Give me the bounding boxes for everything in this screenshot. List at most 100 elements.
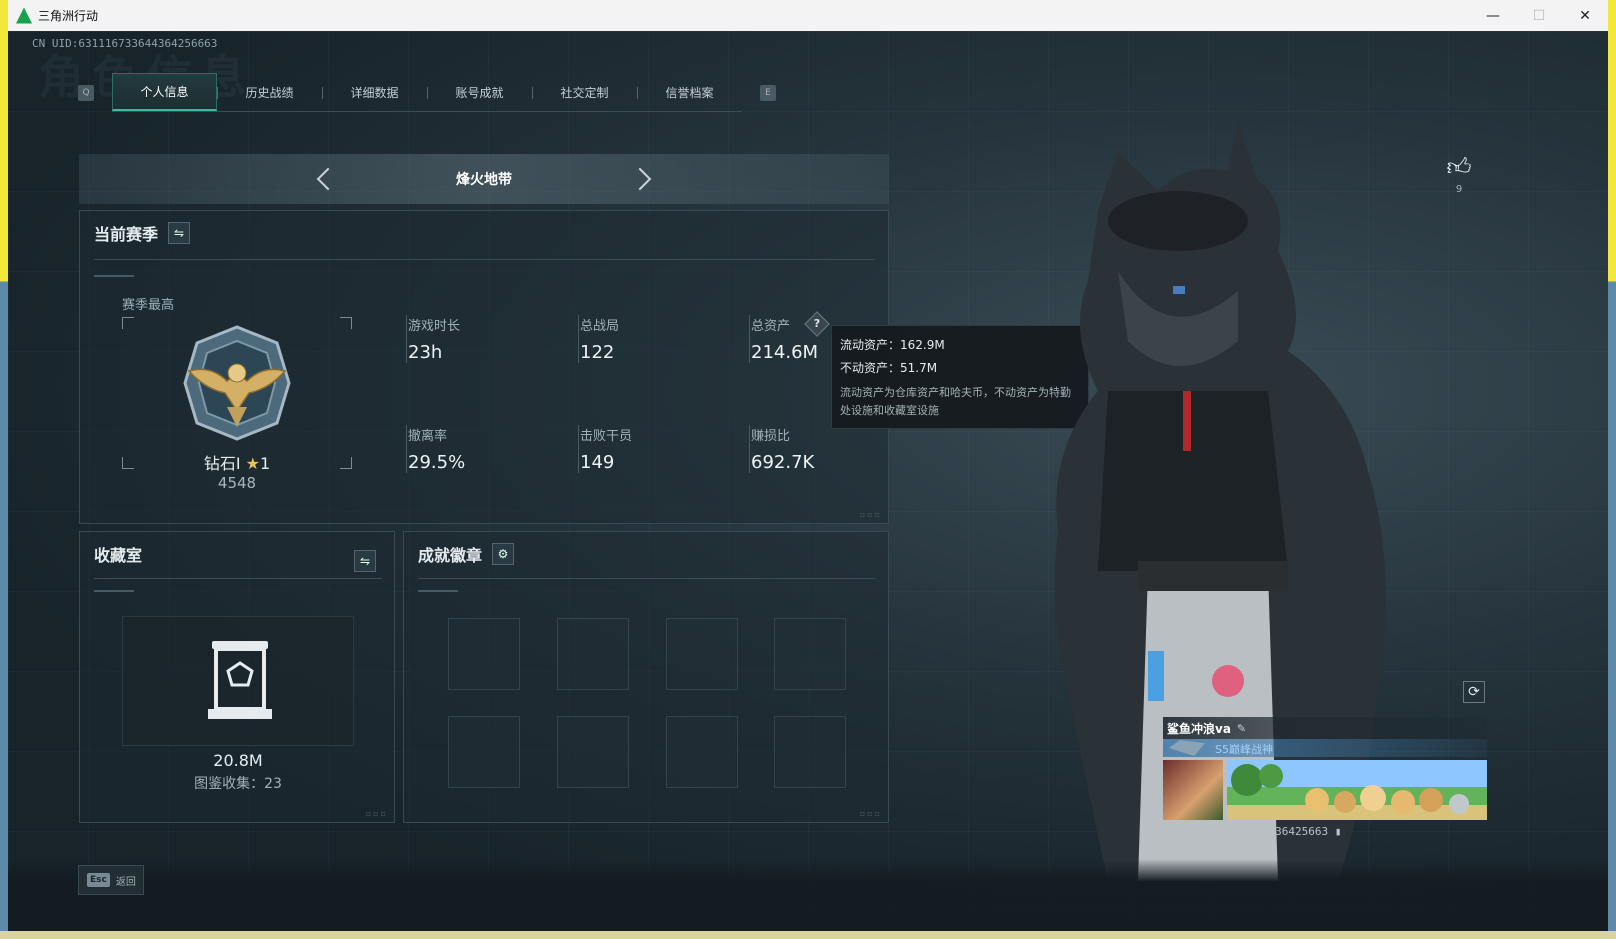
desktop-edge-right — [1608, 0, 1616, 939]
rank-star-count: 1 — [259, 454, 271, 473]
pencil-icon[interactable]: ✎ — [1237, 722, 1246, 735]
stat-label: 游戏时长 — [408, 319, 461, 334]
player-name: 鲨鱼冲浪va — [1167, 721, 1231, 736]
window-title: 三角洲行动 — [38, 9, 99, 23]
achievement-header: 成就徽章 ⚙ — [418, 542, 515, 566]
collection-value: 20.8M — [213, 751, 263, 770]
profile-banner — [1227, 760, 1487, 820]
divider — [418, 578, 876, 579]
collection-title: 收藏室 — [94, 546, 143, 565]
divider — [94, 259, 874, 260]
star-icon: ★ — [245, 454, 260, 473]
mode-selector: 烽火地带 — [79, 154, 889, 204]
thumbs-up-icon[interactable]: 👍︎ — [1444, 153, 1474, 182]
title-bar: 三角洲行动 — ☐ ✕ — [8, 0, 1608, 31]
player-id: 编号 63111673364436425663 ▮ — [1167, 823, 1341, 839]
like-count: 9 — [1455, 184, 1463, 195]
game-window: 三角洲行动 — ☐ ✕ 角色信息 CN UID:6311167336443642… — [8, 0, 1608, 931]
stat-kills: 击败干员 149 — [578, 425, 632, 473]
badge-slot[interactable] — [557, 716, 629, 788]
swap-icon[interactable]: ⇋ — [354, 550, 376, 572]
stat-profit-loss: 赚损比 692.7K — [749, 425, 814, 473]
title-badge-icon — [1169, 740, 1205, 756]
rank-tier: 钻石Ⅰ — [203, 454, 241, 473]
tab-history[interactable]: 历史战绩 — [217, 73, 322, 111]
minimize-button[interactable]: — — [1470, 0, 1516, 31]
swap-icon[interactable]: ⇋ — [168, 222, 191, 244]
stat-value: 692.7K — [751, 452, 815, 473]
display-case-icon — [208, 641, 272, 719]
collection-header: 收藏室 — [94, 542, 142, 566]
panel-dots: ▫▫▫ — [859, 809, 882, 818]
avatar[interactable] — [1163, 760, 1223, 820]
tab-achievements[interactable]: 账号成就 — [427, 73, 532, 111]
collection-count: 图鉴收集：23 — [194, 776, 282, 792]
game-viewport: 角色信息 CN UID:631116733644364256663 Q 个人信息… — [8, 31, 1608, 931]
player-card: 鲨鱼冲浪va ✎ S5巅峰战神 编号 63111673364436425663 … — [1163, 717, 1487, 840]
badge-slot[interactable] — [448, 716, 520, 788]
stat-label: 赚损比 — [751, 429, 791, 444]
badge-slot[interactable] — [774, 716, 846, 788]
tab-detailed-data[interactable]: 详细数据 — [322, 73, 427, 111]
tab-prev-key-hint[interactable]: Q — [78, 84, 94, 101]
window-controls: — ☐ ✕ — [1470, 0, 1608, 31]
stat-value: 122 — [580, 342, 615, 363]
esc-key-hint: Esc — [87, 873, 110, 887]
diamond-rank-emblem-icon — [183, 325, 291, 441]
badge-slot[interactable] — [666, 618, 738, 690]
like-widget[interactable]: 👍︎ 9 — [1444, 153, 1474, 195]
chevron-right-icon[interactable] — [628, 167, 652, 191]
desktop-edge-bottom — [0, 931, 1616, 939]
tab-list: 个人信息 历史战绩 详细数据 账号成就 社交定制 信誉档案 — [112, 73, 742, 112]
close-button[interactable]: ✕ — [1562, 0, 1608, 31]
gear-icon[interactable]: ⚙ — [492, 543, 515, 565]
season-best-label: 赛季最高 — [122, 298, 175, 313]
stat-total-matches: 总战局 122 — [578, 315, 619, 363]
season-header: 当前赛季 ⇋ — [94, 221, 191, 245]
desktop-edge-left — [0, 0, 8, 939]
player-title-row: S5巅峰战神 — [1163, 739, 1487, 757]
player-id-text: 编号 63111673364436425663 — [1167, 825, 1329, 838]
tab-social-custom[interactable]: 社交定制 — [532, 73, 637, 111]
tab-personal-info[interactable]: 个人信息 — [112, 73, 217, 111]
stat-play-time: 游戏时长 23h — [406, 315, 460, 363]
achievement-panel: 成就徽章 ⚙ ▫▫▫ — [403, 531, 889, 823]
badge-slot[interactable] — [557, 618, 629, 690]
copy-icon[interactable]: ▮ — [1335, 825, 1342, 838]
stat-value: 214.6M — [751, 342, 819, 363]
current-season-panel: 当前赛季 ⇋ 赛季最高 钻石Ⅰ ★1 4548 游戏时长 23h 总战局 122… — [79, 210, 889, 524]
refresh-icon[interactable]: ⟳ — [1463, 681, 1485, 703]
frame-corner — [340, 317, 352, 329]
stat-label: 总战局 — [580, 319, 620, 334]
divider-tick — [418, 590, 458, 592]
tab-bar: Q 个人信息 历史战绩 详细数据 账号成就 社交定制 信誉档案 E — [78, 73, 776, 112]
rank-points: 4548 — [217, 474, 257, 492]
maximize-button[interactable]: ☐ — [1516, 0, 1562, 31]
frame-corner — [122, 317, 134, 329]
player-uid: CN UID:631116733644364256663 — [32, 37, 218, 50]
tab-credit-record[interactable]: 信誉档案 — [637, 73, 742, 111]
stat-label: 击败干员 — [580, 429, 633, 444]
stat-value: 149 — [580, 452, 615, 473]
stat-label: 撤离率 — [408, 429, 448, 444]
badge-slot[interactable] — [774, 618, 846, 690]
divider — [94, 578, 382, 579]
back-label: 返回 — [115, 876, 136, 888]
mode-title: 烽火地带 — [456, 172, 512, 188]
panel-dots: ▫▫▫ — [859, 510, 882, 519]
stat-extraction-rate: 撤离率 29.5% — [406, 425, 465, 473]
tab-next-key-hint[interactable]: E — [760, 84, 776, 101]
player-name-row: 鲨鱼冲浪va ✎ — [1163, 717, 1487, 739]
badge-slot[interactable] — [666, 716, 738, 788]
back-button[interactable]: Esc 返回 — [78, 865, 144, 895]
season-title: 当前赛季 — [94, 225, 159, 244]
collection-showcase[interactable] — [122, 616, 354, 746]
badge-slot[interactable] — [448, 618, 520, 690]
chevron-left-icon[interactable] — [316, 167, 340, 191]
banner-art — [1231, 764, 1469, 814]
achievement-title: 成就徽章 — [418, 546, 483, 565]
divider-tick — [94, 275, 134, 277]
stat-value: 29.5% — [408, 452, 466, 473]
panel-dots: ▫▫▫ — [365, 809, 388, 818]
app-logo-icon — [16, 7, 32, 24]
